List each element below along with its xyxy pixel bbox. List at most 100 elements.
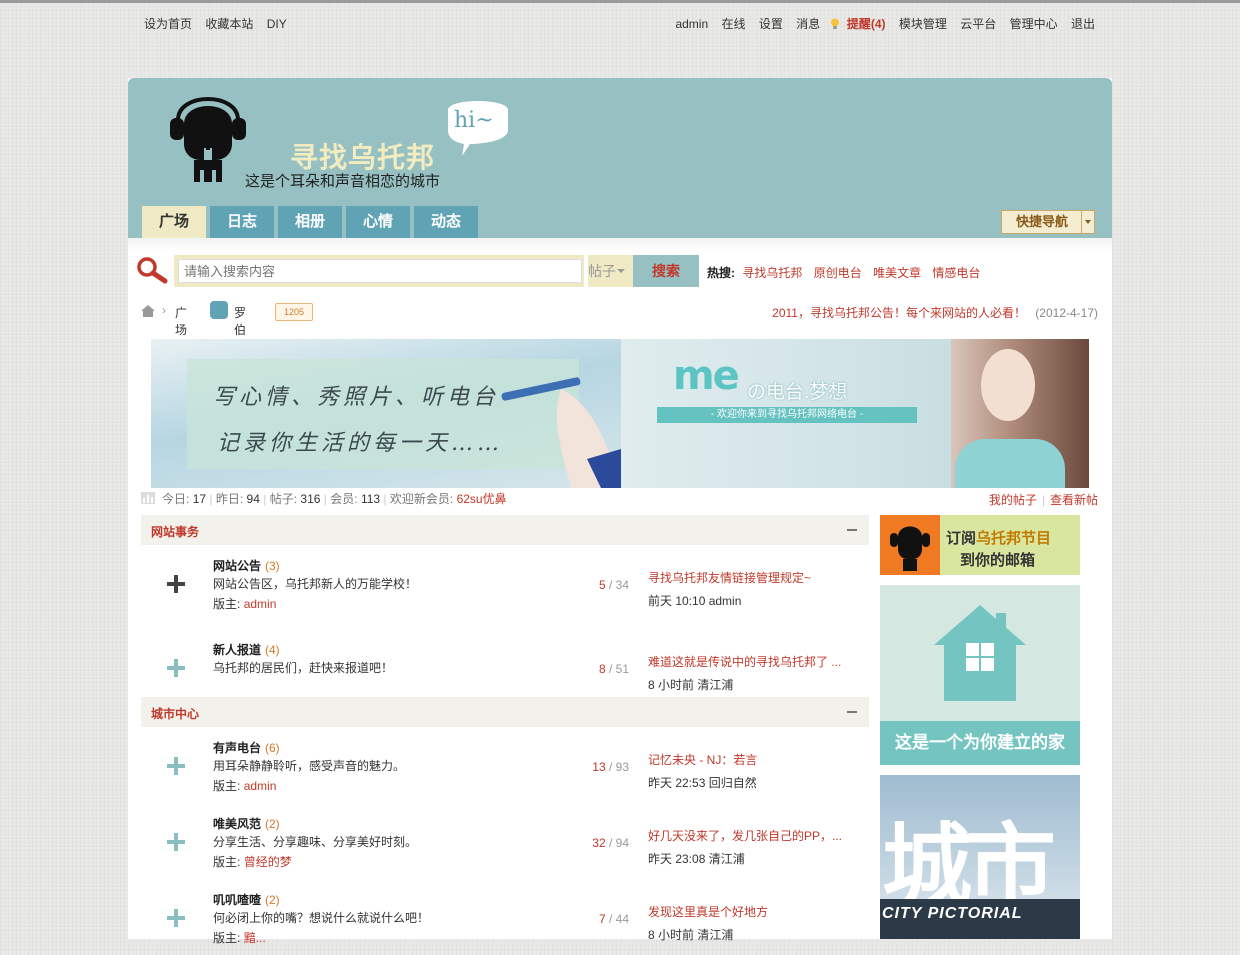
chevron-right-icon: › xyxy=(162,303,166,317)
forum-mod: 版主: admin xyxy=(213,777,276,794)
set-homepage-link[interactable]: 设为首页 xyxy=(144,17,192,31)
mod-label: 版主: xyxy=(213,597,241,611)
logout-link[interactable]: 退出 xyxy=(1071,17,1095,31)
banner[interactable]: 写心情、秀照片、听电台 记录你生活的每一天…… me の电台.梦想 - 欢迎你来… xyxy=(151,339,1089,488)
announcement-date: (2012-4-17) xyxy=(1035,306,1098,320)
mod-label: 版主: xyxy=(213,779,241,793)
tab-square[interactable]: 广场 xyxy=(142,206,206,238)
bookmark-link[interactable]: 收藏本站 xyxy=(205,17,253,31)
new-posts-link[interactable]: 查看新帖 xyxy=(1050,493,1098,507)
messages-link[interactable]: 消息 xyxy=(796,17,820,31)
banner-strip: - 欢迎你来到寻找乌托邦网络电台 - xyxy=(657,407,917,423)
subscribe-ad[interactable]: 订阅乌托邦节目 到你的邮箱 xyxy=(880,515,1080,575)
hot-keyword[interactable]: 情感电台 xyxy=(932,266,980,280)
hot-keyword[interactable]: 唯美文章 xyxy=(873,266,921,280)
chevron-down-icon xyxy=(1081,211,1094,233)
diy-link[interactable]: DIY xyxy=(267,17,287,31)
home-ad[interactable]: 这是一个为你建立的家 xyxy=(880,585,1080,765)
forum-counts: 13 / 93 xyxy=(592,760,629,774)
hot-keyword[interactable]: 原创电台 xyxy=(814,266,862,280)
search-input[interactable] xyxy=(178,259,582,283)
last-post-link[interactable]: 难道这就是传说中的寻找乌托邦了 ... xyxy=(648,653,858,670)
forum-mod: 版主: 曾经的梦 xyxy=(213,853,292,870)
last-post-meta: 8 小时前 清江浦 xyxy=(648,928,734,942)
today-label: 今日: xyxy=(162,492,190,506)
hot-keyword[interactable]: 寻找乌托邦 xyxy=(742,266,802,280)
forum-plus-icon xyxy=(165,907,187,929)
last-post-link[interactable]: 记忆未央 - NJ：若言 xyxy=(648,751,858,768)
last-post: 寻找乌托邦友情链接管理规定~ 前天 10:10 admin xyxy=(648,569,858,609)
ad-line1-b: 乌托邦节目 xyxy=(976,530,1052,547)
group-title[interactable]: 城市中心 xyxy=(151,705,199,722)
collapse-icon[interactable] xyxy=(847,529,857,531)
forum-desc: 何必闭上你的嘴？想说什么就说什么吧！ xyxy=(213,911,430,925)
new-member-link[interactable]: 62su优鼻 xyxy=(457,492,507,506)
banner-face xyxy=(981,349,1035,421)
forum-row: 叽叽喳喳 (2) 何必闭上你的嘴？想说什么就说什么吧！ 版主: 黯... 7 / … xyxy=(141,879,869,955)
announcement: 2011，寻找乌托邦公告！每个来网站的人必看！ (2012-4-17) xyxy=(772,304,1098,321)
cloud-platform-link[interactable]: 云平台 xyxy=(960,17,996,31)
mod-link[interactable]: admin xyxy=(244,597,277,611)
thread-count: 32 xyxy=(592,836,606,850)
forum-row: 新人报道 (4) 乌托邦的居民们，赶快来报道吧！ 8 / 51 难道这就是传说中的… xyxy=(141,629,869,705)
mod-link[interactable]: 黯... xyxy=(244,931,266,945)
tab-feed[interactable]: 动态 xyxy=(414,206,478,238)
forum-desc: 分享生活、分享趣味、分享美好时刻。 xyxy=(213,835,418,849)
last-post: 难道这就是传说中的寻找乌托邦了 ... 8 小时前 清江浦 xyxy=(648,653,858,693)
tab-album[interactable]: 相册 xyxy=(278,206,342,238)
forum-name[interactable]: 网站公告 (3) xyxy=(213,557,280,574)
last-post-link[interactable]: 好几天没来了，发几张自己的PP，... xyxy=(648,827,858,844)
forum-desc: 网站公告区，乌托邦新人的万能学校！ xyxy=(213,577,418,591)
tab-mood[interactable]: 心情 xyxy=(346,206,410,238)
last-post: 好几天没来了，发几张自己的PP，... 昨天 23:08 清江浦 xyxy=(648,827,858,867)
admin-center-link[interactable]: 管理中心 xyxy=(1010,17,1058,31)
home-icon[interactable] xyxy=(140,304,156,318)
forum-name[interactable]: 叽叽喳喳 (2) xyxy=(213,891,280,908)
ad-line1: 订阅乌托邦节目 xyxy=(946,527,1051,548)
module-manage-link[interactable]: 模块管理 xyxy=(899,17,947,31)
last-post-meta: 8 小时前 清江浦 xyxy=(648,678,734,692)
group-header: 网站事务 xyxy=(141,515,869,545)
collapse-icon[interactable] xyxy=(847,711,857,713)
search-row: 帖子 搜索 热搜: 寻找乌托邦 原创电台 唯美文章 情感电台 xyxy=(128,238,1112,298)
search-box: 帖子 xyxy=(174,255,633,287)
forum-counts: 8 / 51 xyxy=(598,662,629,676)
alerts-link[interactable]: 提醒(4) xyxy=(847,17,886,31)
ad-logo-block xyxy=(880,515,940,575)
forum-counts: 7 / 44 xyxy=(598,912,629,926)
post-count: 51 xyxy=(615,662,629,676)
forum-count: (3) xyxy=(265,559,280,573)
forum-name[interactable]: 唯美风范 (2) xyxy=(213,815,280,832)
search-button[interactable]: 搜索 xyxy=(633,255,699,287)
post-count: 93 xyxy=(615,760,629,774)
breadcrumb-square[interactable]: 广场 xyxy=(175,304,187,338)
search-scope-select[interactable]: 帖子 xyxy=(588,255,633,287)
last-post-link[interactable]: 发现这里真是个好地方 xyxy=(648,903,858,920)
thread-count: 5 xyxy=(598,578,606,592)
announcement-link[interactable]: 2011，寻找乌托邦公告！每个来网站的人必看！ xyxy=(772,306,1026,320)
forum-plus-icon xyxy=(165,755,187,777)
forum-desc: 乌托邦的居民们，赶快来报道吧！ xyxy=(213,661,394,675)
last-post: 发现这里真是个好地方 8 小时前 清江浦 xyxy=(648,903,858,943)
forum-name[interactable]: 新人报道 (4) xyxy=(213,641,280,658)
quick-nav-button[interactable]: 快捷导航 xyxy=(1001,210,1095,234)
mod-link[interactable]: 曾经的梦 xyxy=(244,855,292,869)
top-links-right: admin 在线 设置 消息 提醒(4) 模块管理 云平台 管理中心 退出 xyxy=(665,15,1095,32)
tab-blog[interactable]: 日志 xyxy=(210,206,274,238)
new-member-label: 欢迎新会员: xyxy=(389,492,454,506)
my-posts-link[interactable]: 我的帖子 xyxy=(989,493,1037,507)
group-title[interactable]: 网站事务 xyxy=(151,523,199,540)
forum-desc: 用耳朵静静聆听，感受声音的魅力。 xyxy=(213,759,406,773)
city-pictorial-text: CITY PICTORIAL xyxy=(882,905,1023,922)
forum-name[interactable]: 有声电台 (6) xyxy=(213,739,280,756)
forum-count: (6) xyxy=(265,741,280,755)
forum-mod: 版主: admin xyxy=(213,595,276,612)
hot-searches: 热搜: 寻找乌托邦 原创电台 唯美文章 情感电台 xyxy=(707,264,988,281)
last-post-link[interactable]: 寻找乌托邦友情链接管理规定~ xyxy=(648,569,858,586)
city-pictorial-ad[interactable]: 城市 CITY PICTORIAL xyxy=(880,775,1080,939)
mod-link[interactable]: admin xyxy=(244,779,277,793)
online-link[interactable]: 在线 xyxy=(721,17,745,31)
user-link[interactable]: admin xyxy=(675,17,708,31)
last-post-meta: 昨天 23:08 清江浦 xyxy=(648,852,745,866)
settings-link[interactable]: 设置 xyxy=(759,17,783,31)
